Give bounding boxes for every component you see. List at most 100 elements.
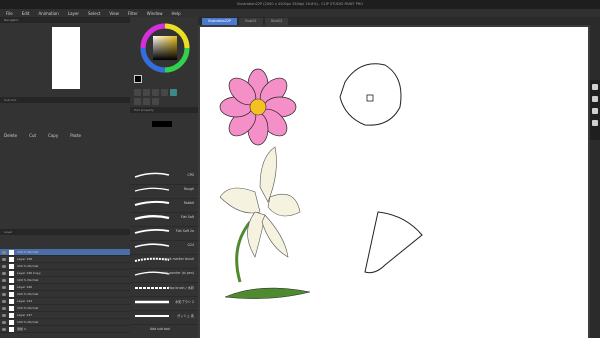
menu-bar: File Edit Animation Layer Select View Fi… — [0, 9, 600, 17]
eye-icon[interactable] — [592, 120, 598, 126]
hand-tool-icon[interactable] — [152, 98, 159, 105]
brush-name: ガッシュ 素 — [177, 314, 194, 318]
cut-button[interactable]: Cut — [29, 133, 36, 138]
bud-sketch — [339, 63, 402, 126]
window-title: Illustration22P (2000 x 4200px 350dpi 16… — [236, 2, 364, 6]
eye-icon[interactable] — [2, 299, 6, 303]
brush-name: stick pointer (ai pen) — [160, 271, 194, 275]
brush-stroke-preview — [134, 215, 170, 221]
document-tabs: Illustration22P Illust01 Illust02 — [198, 17, 600, 25]
color-wheel-panel — [130, 17, 198, 97]
eye-icon[interactable] — [2, 257, 6, 261]
menu-animation[interactable]: Animation — [38, 11, 58, 16]
brush-item[interactable]: ガッシュ 素 — [130, 307, 198, 325]
layer-row[interactable]: 用紙 2 — [0, 326, 130, 333]
eye-icon[interactable] — [2, 327, 6, 331]
eye-icon[interactable] — [2, 264, 6, 268]
layer-name: 100 % Normal — [17, 264, 39, 268]
eyedropper-tool-icon[interactable] — [143, 98, 150, 105]
eye-icon[interactable] — [2, 250, 6, 254]
eye-icon[interactable] — [2, 320, 6, 324]
eye-icon[interactable] — [2, 313, 6, 317]
brush-stroke-preview — [135, 287, 169, 289]
layer-row[interactable]: Layer 148 — [0, 256, 130, 263]
tool-property-title: Tool property — [130, 107, 198, 113]
menu-select[interactable]: Select — [88, 11, 100, 16]
layer-row[interactable]: 100 % Normal — [0, 319, 130, 326]
add-sub-tool-button[interactable]: Add sub tool — [150, 327, 170, 331]
color-wheel[interactable] — [140, 23, 190, 73]
layer-thumbnail — [9, 305, 14, 311]
layer-thumbnail — [9, 326, 14, 332]
layer-row[interactable]: 100 % Normal — [0, 277, 130, 284]
eye-icon[interactable] — [2, 292, 6, 296]
brush-stroke-preview — [134, 200, 170, 206]
tab-illust02[interactable]: Illust02 — [264, 18, 289, 25]
canvas[interactable] — [200, 27, 588, 338]
layer-row[interactable]: Layer 147 — [0, 312, 130, 319]
menu-window[interactable]: Window — [147, 11, 163, 16]
layer-row[interactable]: Layer 144 — [0, 298, 130, 305]
navigator-title: Navigator — [0, 17, 130, 23]
selection-tool-icon[interactable] — [170, 89, 177, 96]
layer-thumbnail — [9, 263, 14, 269]
tool-palette — [130, 87, 198, 107]
menu-filter[interactable]: Filter — [128, 11, 138, 16]
layer-name: Layer 148 — [17, 257, 33, 261]
tab-illust01[interactable]: Illust01 — [239, 18, 263, 25]
brush-name: chalk marker brush — [163, 257, 194, 261]
layer-thumbnail — [9, 298, 14, 304]
menu-layer[interactable]: Layer — [68, 11, 79, 16]
layer-name: 100 % Normal — [17, 306, 39, 310]
paste-button[interactable]: Paste — [70, 133, 81, 138]
navigator-panel: Navigator — [0, 17, 130, 97]
copy-button[interactable]: Copy — [48, 133, 58, 138]
edit-buttons: Delete Cut Copy Paste — [4, 133, 81, 138]
layer-row[interactable]: Layer 146 — [0, 284, 130, 291]
menu-file[interactable]: File — [6, 11, 13, 16]
right-toolbar — [590, 80, 600, 140]
layer-name: 100 % Normal — [17, 320, 39, 324]
eye-icon[interactable] — [2, 285, 6, 289]
brush-stroke-preview — [135, 315, 169, 317]
brush-size-preview[interactable] — [152, 121, 172, 127]
delete-button[interactable]: Delete — [4, 133, 17, 138]
layer-row[interactable]: Layer 146 Copy — [0, 270, 130, 277]
menu-edit[interactable]: Edit — [22, 11, 30, 16]
sub-tool-title: Sub tool — [0, 97, 130, 103]
layer-name: Layer 147 — [17, 313, 33, 317]
layer-name: Layer 144 — [17, 299, 33, 303]
brush-tool-icon[interactable] — [143, 89, 150, 96]
brush-list-panel: CPD Rough Rabbit Flat Soft Flat Soft 2a … — [130, 137, 198, 338]
gear-icon[interactable] — [592, 96, 598, 102]
brush-stroke-preview — [135, 300, 169, 304]
brush-name: G24 — [187, 243, 194, 247]
brush-name: Rabbit — [183, 201, 194, 205]
eye-icon[interactable] — [2, 306, 6, 310]
layer-row[interactable]: 100 % Normal — [0, 305, 130, 312]
fill-tool-icon[interactable] — [161, 89, 168, 96]
layer-panel-title: Layer — [0, 229, 130, 235]
pen-tool-icon[interactable] — [134, 89, 141, 96]
layer-thumbnail — [9, 277, 14, 283]
cosmos-flower — [219, 68, 297, 146]
eraser-tool-icon[interactable] — [152, 89, 159, 96]
eye-icon[interactable] — [2, 271, 6, 275]
menu-view[interactable]: View — [109, 11, 119, 16]
brush-stroke-preview — [134, 187, 170, 192]
main-color-swatch[interactable] — [134, 75, 142, 83]
artwork — [219, 63, 423, 299]
layer-row[interactable]: 100 % Normal — [0, 291, 130, 298]
navigator-thumbnail[interactable] — [52, 27, 80, 89]
camera-icon[interactable] — [592, 84, 598, 90]
text-tool-icon[interactable] — [134, 98, 141, 105]
layer-thumbnail — [9, 256, 14, 262]
layer-thumbnail — [9, 312, 14, 318]
tab-illustration22p[interactable]: Illustration22P — [202, 18, 237, 25]
layers-icon[interactable] — [592, 108, 598, 114]
layer-row[interactable]: 100 % Normal — [0, 249, 130, 256]
layer-thumbnail — [9, 319, 14, 325]
layer-row[interactable]: 100 % Normal — [0, 263, 130, 270]
menu-help[interactable]: Help — [172, 11, 181, 16]
eye-icon[interactable] — [2, 278, 6, 282]
